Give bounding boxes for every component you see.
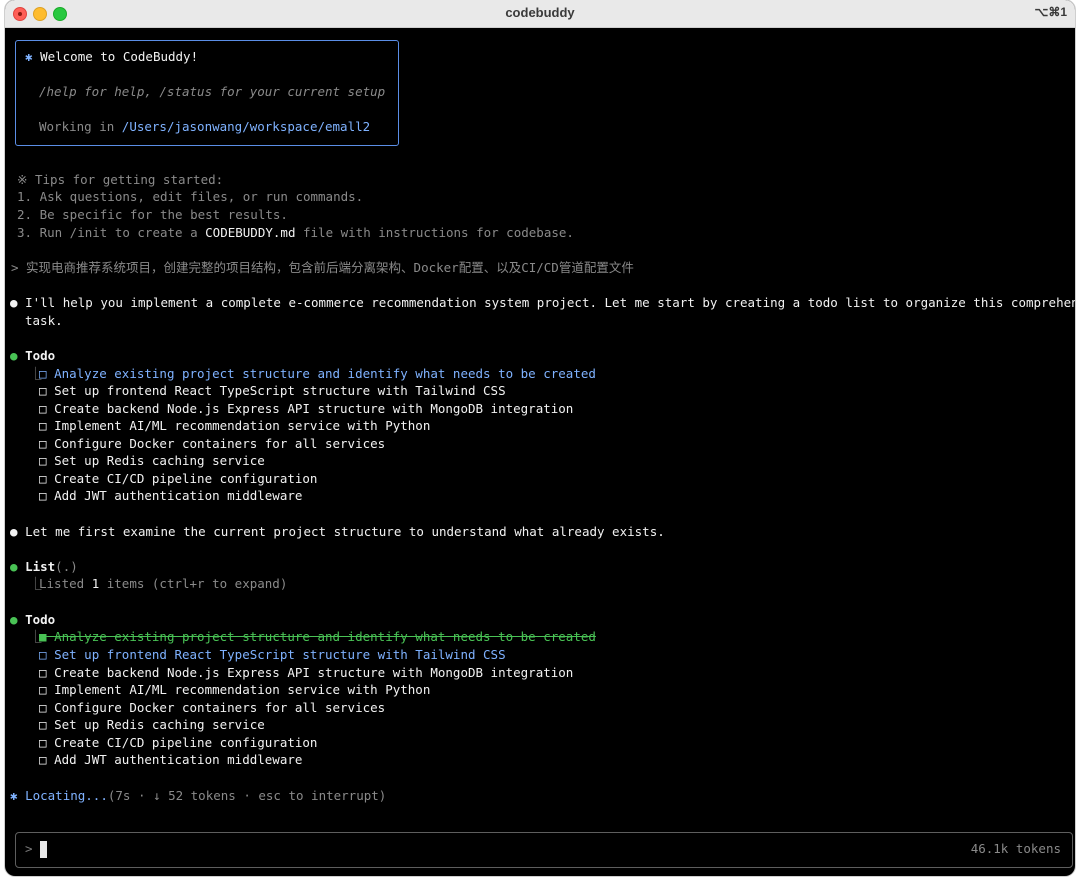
welcome-title: Welcome to CodeBuddy! <box>40 49 199 64</box>
bullet-icon: ● <box>10 348 18 363</box>
user-prompt: > 实现电商推荐系统项目，创建完整的项目结构，包含前后端分离架构、Docker配… <box>11 260 634 275</box>
checkbox-empty-icon: □ <box>39 700 47 715</box>
working-label: Working in <box>39 119 122 134</box>
title-bar: codebuddy ⌥⌘1 <box>5 0 1075 28</box>
assistant-message-continuation: task. <box>25 313 63 328</box>
bullet-icon: ● <box>10 612 18 627</box>
todo-item: □ Configure Docker containers for all se… <box>39 436 386 451</box>
status-line: ✱ Locating...(7s · ↓ 52 tokens · esc to … <box>10 787 386 805</box>
window-shortcut: ⌥⌘1 <box>1034 5 1067 19</box>
spinner-star-icon: ✱ <box>10 788 18 803</box>
checkbox-empty-icon: □ <box>39 418 47 433</box>
checkbox-empty-icon: □ <box>39 647 47 662</box>
todo-header: ● Todo <box>10 611 55 629</box>
assistant-message: ● I'll help you implement a complete e-c… <box>10 295 1075 310</box>
todo-item: □ Create backend Node.js Express API str… <box>39 665 574 680</box>
checkbox-empty-icon: □ <box>39 366 47 381</box>
checkbox-empty-icon: □ <box>39 401 47 416</box>
tool-call-list: ● List(.) <box>10 558 78 576</box>
todo-item: □ Set up frontend React TypeScript struc… <box>39 383 506 398</box>
todo-item: □ Add JWT authentication middleware <box>39 488 303 503</box>
prompt-input[interactable]: > 46.1k tokens <box>15 832 1073 868</box>
bullet-icon: ● <box>10 559 18 574</box>
checkbox-empty-icon: □ <box>39 717 47 732</box>
token-count: 46.1k tokens <box>970 841 1061 856</box>
todo-header: ● Todo <box>10 347 55 365</box>
assistant-message: ● Let me first examine the current proje… <box>10 524 665 539</box>
tip-item: 2. Be specific for the best results. <box>17 207 288 222</box>
todo-item: □ Create backend Node.js Express API str… <box>39 401 574 416</box>
todo-item: □ Implement AI/ML recommendation service… <box>39 418 431 433</box>
todo-item: □ Set up Redis caching service <box>39 717 265 732</box>
todo-item: □ Configure Docker containers for all se… <box>39 700 386 715</box>
todo-item-active: □ Set up frontend React TypeScript struc… <box>39 647 506 662</box>
star-icon: ✱ <box>25 49 33 64</box>
text-cursor <box>40 841 47 858</box>
tip-item: 1. Ask questions, edit files, or run com… <box>17 189 364 204</box>
checkbox-empty-icon: □ <box>39 682 47 697</box>
checkbox-empty-icon: □ <box>39 752 47 767</box>
terminal-window: codebuddy ⌥⌘1 ✱ Welcome to CodeBuddy! /h… <box>5 0 1075 876</box>
tool-arg: (.) <box>55 559 78 574</box>
todo-item: □ Add JWT authentication middleware <box>39 752 303 767</box>
tip-item: 3. Run /init to create a CODEBUDDY.md fi… <box>17 225 574 240</box>
checkbox-empty-icon: □ <box>39 383 47 398</box>
todo-item: □ Implement AI/ML recommendation service… <box>39 682 431 697</box>
welcome-title-line: ✱ Welcome to CodeBuddy! <box>25 48 198 66</box>
todo-label: Todo <box>25 612 56 627</box>
tool-name: List <box>25 559 56 574</box>
welcome-help-text: /help for help, /status for your current… <box>39 84 386 99</box>
status-word: Locating... <box>25 788 108 803</box>
checkbox-empty-icon: □ <box>39 471 47 486</box>
tool-result[interactable]: Listed 1 items (ctrl+r to expand) <box>39 575 287 593</box>
checkbox-empty-icon: □ <box>39 735 47 750</box>
todo-item-active: □ Analyze existing project structure and… <box>39 366 596 381</box>
codebuddy-md-file: CODEBUDDY.md <box>205 225 296 240</box>
working-path: /Users/jasonwang/workspace/emall2 <box>121 119 371 134</box>
tips-header: ※ Tips for getting started: <box>17 172 224 187</box>
bullet-icon: ● <box>10 524 18 539</box>
todo-item: □ Create CI/CD pipeline configuration <box>39 735 318 750</box>
checkbox-checked-icon: ■ <box>39 629 47 644</box>
checkbox-empty-icon: □ <box>39 665 47 680</box>
checkbox-empty-icon: □ <box>39 436 47 451</box>
todo-item: □ Set up Redis caching service <box>39 453 265 468</box>
terminal-content[interactable]: ✱ Welcome to CodeBuddy! /help for help, … <box>5 28 1075 876</box>
bullet-icon: ● <box>10 295 18 310</box>
status-detail: (7s · ↓ 52 tokens · esc to interrupt) <box>107 788 387 803</box>
todo-item-completed: ■ Analyze existing project structure and… <box>39 629 596 644</box>
prompt-caret: > <box>25 841 33 856</box>
todo-label: Todo <box>25 348 56 363</box>
checkbox-empty-icon: □ <box>39 453 47 468</box>
window-title: codebuddy <box>505 5 575 20</box>
todo-item: □ Create CI/CD pipeline configuration <box>39 471 318 486</box>
working-dir-line: Working in /Users/jasonwang/workspace/em… <box>39 118 370 136</box>
checkbox-empty-icon: □ <box>39 488 47 503</box>
